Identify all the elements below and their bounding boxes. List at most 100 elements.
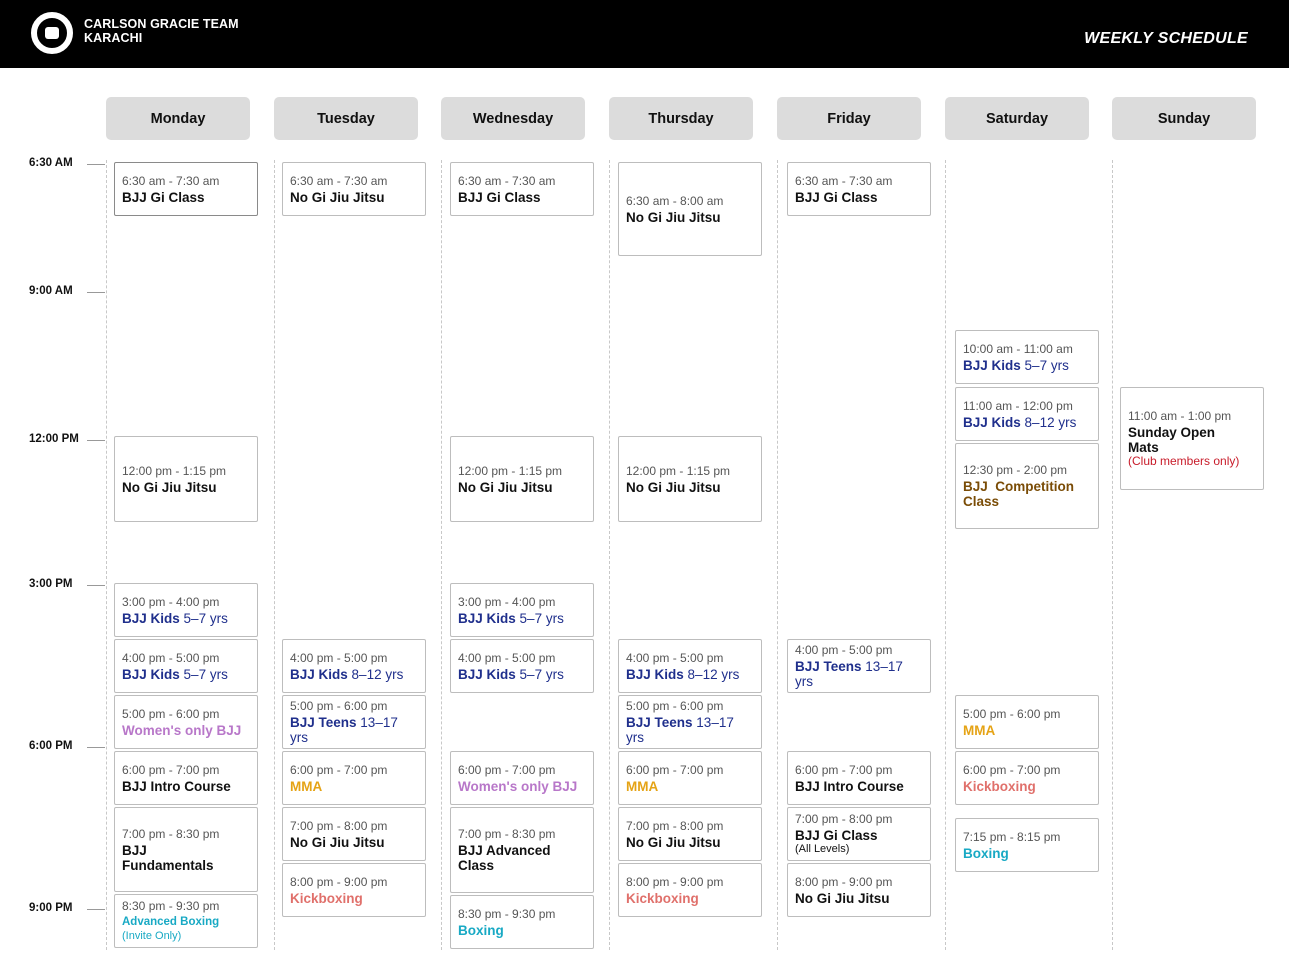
time-label-900pm: 9:00 PM: [29, 902, 73, 914]
class-time: 8:00 pm - 9:00 pm: [290, 874, 388, 889]
class-slot-tuesday-mma[interactable]: 6:00 pm - 7:00 pm MMA: [282, 751, 426, 805]
column-divider: [609, 160, 610, 950]
class-name: BJJ Kids: [963, 357, 1021, 373]
class-time: 7:15 pm - 8:15 pm: [963, 829, 1061, 844]
class-slot-tuesday-bjj-teens[interactable]: 5:00 pm - 6:00 pm BJJ Teens 13–17 yrs: [282, 695, 426, 749]
class-name: BJJ: [122, 842, 147, 858]
class-slot-thursday-bjj-kids[interactable]: 4:00 pm - 5:00 pm BJJ Kids 8–12 yrs: [618, 639, 762, 693]
class-time: 6:00 pm - 7:00 pm: [122, 762, 220, 777]
class-slot-friday-bjj-gi-all-levels[interactable]: 7:00 pm - 8:00 pm BJJ Gi Class (All Leve…: [787, 807, 931, 861]
class-name: BJJ Kids: [122, 610, 180, 626]
class-time: 6:30 am - 7:30 am: [458, 173, 556, 188]
class-name: No Gi Jiu Jitsu: [122, 479, 217, 495]
class-slot-tuesday-kickboxing[interactable]: 8:00 pm - 9:00 pm Kickboxing: [282, 863, 426, 917]
day-header-monday: Monday: [106, 97, 250, 140]
class-slot-saturday-bjj-kids[interactable]: 10:00 am - 11:00 am BJJ Kids 5–7 yrs: [955, 330, 1099, 384]
class-age-range: 5–7 yrs: [519, 666, 564, 682]
class-slot-tuesday-no-gi[interactable]: 6:30 am - 7:30 am No Gi Jiu Jitsu: [282, 162, 426, 216]
class-time: 7:00 pm - 8:00 pm: [626, 818, 724, 833]
class-slot-thursday-no-gi[interactable]: 6:30 am - 8:00 am No Gi Jiu Jitsu: [618, 162, 762, 256]
class-time: 12:00 pm - 1:15 pm: [122, 463, 227, 478]
class-time: 10:00 am - 11:00 am: [963, 341, 1073, 356]
class-slot-thursday-mma[interactable]: 6:00 pm - 7:00 pm MMA: [618, 751, 762, 805]
class-time: 6:00 pm - 7:00 pm: [795, 762, 893, 777]
class-slot-monday-womens-bjj[interactable]: 5:00 pm - 6:00 pm Women's only BJJ: [114, 695, 258, 749]
class-slot-saturday-kickboxing[interactable]: 6:00 pm - 7:00 pm Kickboxing: [955, 751, 1099, 805]
class-slot-monday-bjj-intro[interactable]: 6:00 pm - 7:00 pm BJJ Intro Course: [114, 751, 258, 805]
class-slot-wednesday-bjj-gi[interactable]: 6:30 am - 7:30 am BJJ Gi Class: [450, 162, 594, 216]
class-slot-monday-advanced-boxing[interactable]: 8:30 pm - 9:30 pm Advanced Boxing (Invit…: [114, 894, 258, 948]
class-slot-friday-bjj-intro[interactable]: 6:00 pm - 7:00 pm BJJ Intro Course: [787, 751, 931, 805]
class-name: Women's only BJJ: [458, 778, 578, 794]
class-time: 8:00 pm - 9:00 pm: [795, 874, 893, 889]
class-time: 5:00 pm - 6:00 pm: [122, 706, 220, 721]
class-age-range: 5–7 yrs: [183, 666, 228, 682]
class-time: 8:00 pm - 9:00 pm: [626, 874, 724, 889]
class-name: Sunday Open: [1128, 425, 1216, 440]
class-age-range: 8–12 yrs: [1024, 414, 1077, 430]
class-age-range: 8–12 yrs: [351, 666, 404, 682]
class-slot-friday-no-gi[interactable]: 8:00 pm - 9:00 pm No Gi Jiu Jitsu: [787, 863, 931, 917]
class-time: 8:30 pm - 9:30 pm: [122, 899, 220, 913]
class-slot-tuesday-bjj-kids[interactable]: 4:00 pm - 5:00 pm BJJ Kids 8–12 yrs: [282, 639, 426, 693]
class-slot-wednesday-boxing[interactable]: 8:30 pm - 9:30 pm Boxing: [450, 895, 594, 949]
class-time: 12:00 pm - 1:15 pm: [626, 463, 731, 478]
class-note: (Invite Only): [122, 930, 182, 942]
page-title: WEEKLY SCHEDULE: [1084, 30, 1248, 47]
class-time: 6:00 pm - 7:00 pm: [626, 762, 724, 777]
class-time: 7:00 pm - 8:30 pm: [458, 827, 556, 841]
column-divider: [1112, 160, 1113, 950]
class-slot-monday-bjj-kids[interactable]: 4:00 pm - 5:00 pm BJJ Kids 5–7 yrs: [114, 639, 258, 693]
class-name: BJJ Teens: [626, 715, 693, 730]
class-name: BJJ Intro Course: [795, 778, 904, 794]
class-slot-saturday-mma[interactable]: 5:00 pm - 6:00 pm MMA: [955, 695, 1099, 749]
day-header-thursday: Thursday: [609, 97, 753, 140]
class-time: 6:00 pm - 7:00 pm: [458, 762, 556, 777]
class-age-range: 5–7 yrs: [183, 610, 228, 626]
class-name: BJJ Intro Course: [122, 778, 231, 794]
class-slot-thursday-no-gi[interactable]: 7:00 pm - 8:00 pm No Gi Jiu Jitsu: [618, 807, 762, 861]
class-slot-monday-no-gi[interactable]: 12:00 pm - 1:15 pm No Gi Jiu Jitsu: [114, 436, 258, 522]
class-slot-saturday-boxing[interactable]: 7:15 pm - 8:15 pm Boxing: [955, 818, 1099, 872]
class-slot-saturday-bjj-kids[interactable]: 11:00 am - 12:00 pm BJJ Kids 8–12 yrs: [955, 387, 1099, 441]
class-time: 7:00 pm - 8:30 pm: [122, 826, 220, 841]
class-name: Class: [458, 858, 495, 873]
day-header-wednesday: Wednesday: [441, 97, 585, 140]
class-slot-thursday-kickboxing[interactable]: 8:00 pm - 9:00 pm Kickboxing: [618, 863, 762, 917]
club-logo-icon: [31, 12, 73, 54]
class-age-range: 5–7 yrs: [519, 610, 564, 626]
class-name: No Gi Jiu Jitsu: [290, 834, 385, 850]
day-header-saturday: Saturday: [945, 97, 1089, 140]
class-slot-thursday-no-gi[interactable]: 12:00 pm - 1:15 pm No Gi Jiu Jitsu: [618, 436, 762, 522]
header-bar: CARLSON GRACIE TEAM KARACHI WEEKLY SCHED…: [0, 0, 1289, 68]
class-slot-wednesday-bjj-kids[interactable]: 3:00 pm - 4:00 pm BJJ Kids 5–7 yrs: [450, 583, 594, 637]
class-name: Boxing: [458, 922, 504, 938]
class-time: 12:00 pm - 1:15 pm: [458, 463, 563, 478]
class-name: BJJ Kids: [963, 414, 1021, 430]
class-name: BJJ Kids: [458, 610, 516, 626]
class-slot-tuesday-no-gi[interactable]: 7:00 pm - 8:00 pm No Gi Jiu Jitsu: [282, 807, 426, 861]
day-header-tuesday: Tuesday: [274, 97, 418, 140]
time-label-300pm: 3:00 PM: [29, 578, 73, 590]
class-slot-wednesday-womens-bjj[interactable]: 6:00 pm - 7:00 pm Women's only BJJ: [450, 751, 594, 805]
class-slot-monday-bjj-kids[interactable]: 3:00 pm - 4:00 pm BJJ Kids 5–7 yrs: [114, 583, 258, 637]
class-slot-wednesday-bjj-kids[interactable]: 4:00 pm - 5:00 pm BJJ Kids 5–7 yrs: [450, 639, 594, 693]
time-tick: [87, 585, 105, 586]
class-slot-friday-bjj-gi[interactable]: 6:30 am - 7:30 am BJJ Gi Class: [787, 162, 931, 216]
brand-line-1: CARLSON GRACIE TEAM: [84, 17, 239, 31]
class-time: 4:00 pm - 5:00 pm: [122, 650, 220, 665]
class-slot-monday-bjj-gi[interactable]: 6:30 am - 7:30 am BJJ Gi Class: [114, 162, 258, 216]
class-slot-friday-bjj-teens[interactable]: 4:00 pm - 5:00 pm BJJ Teens 13–17 yrs: [787, 639, 931, 693]
class-time: 6:30 am - 7:30 am: [290, 173, 388, 188]
class-slot-saturday-bjj-competition[interactable]: 12:30 pm - 2:00 pm BJJ Competition Class: [955, 443, 1099, 529]
class-name: Class: [963, 494, 1000, 509]
class-slot-monday-bjj-fundamentals[interactable]: 7:00 pm - 8:30 pm BJJ Fundamentals: [114, 807, 258, 892]
class-slot-wednesday-bjj-advanced[interactable]: 7:00 pm - 8:30 pm BJJ Advanced Class: [450, 807, 594, 893]
class-slot-sunday-open-mats[interactable]: 11:00 am - 1:00 pm Sunday Open Mats (Clu…: [1120, 387, 1264, 490]
class-name: No Gi Jiu Jitsu: [626, 209, 721, 225]
class-time: 5:00 pm - 6:00 pm: [290, 699, 388, 713]
class-name: No Gi Jiu Jitsu: [626, 479, 721, 495]
class-slot-thursday-bjj-teens[interactable]: 5:00 pm - 6:00 pm BJJ Teens 13–17 yrs: [618, 695, 762, 749]
class-age-range: 8–12 yrs: [687, 666, 740, 682]
class-slot-wednesday-no-gi[interactable]: 12:00 pm - 1:15 pm No Gi Jiu Jitsu: [450, 436, 594, 522]
